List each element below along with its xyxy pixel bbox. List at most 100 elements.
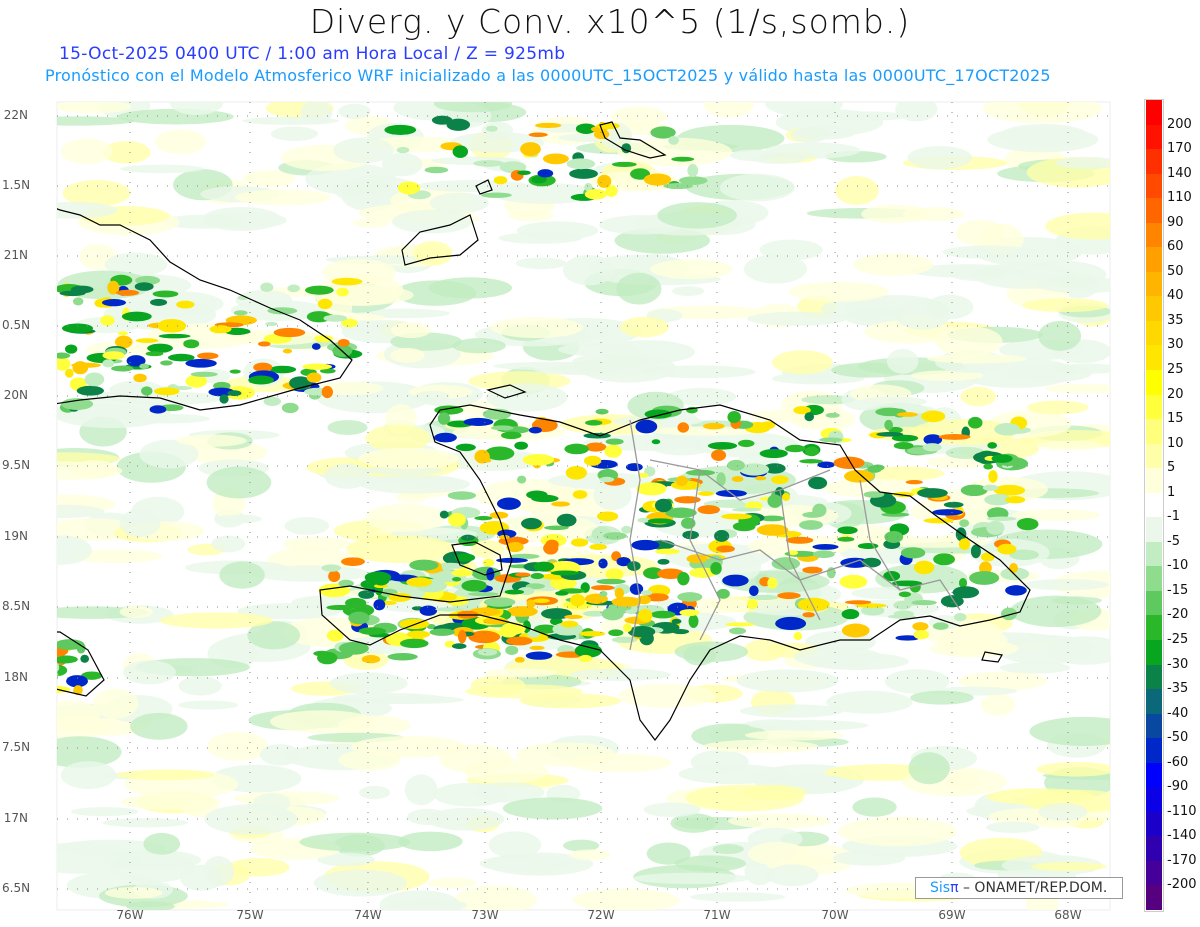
field-cell	[190, 371, 218, 377]
field-cell	[631, 539, 660, 551]
field-cell	[100, 315, 115, 326]
field-cell	[117, 331, 128, 336]
field-cell	[771, 557, 800, 571]
field-cell	[833, 456, 865, 469]
field-patch	[130, 712, 188, 740]
field-cell	[57, 655, 78, 664]
field-cell	[396, 146, 410, 154]
field-cell	[313, 650, 330, 657]
field-cell	[57, 664, 68, 677]
field-patch	[960, 386, 997, 407]
field-cell	[597, 174, 612, 188]
field-patch	[117, 108, 234, 125]
field-cell	[102, 299, 126, 307]
field-cell	[517, 475, 527, 484]
field-patch	[219, 561, 265, 589]
field-cell	[570, 594, 586, 607]
field-patch	[207, 731, 268, 761]
field-cell	[65, 344, 78, 354]
field-cell	[135, 338, 159, 343]
lon-label: 76W	[116, 908, 144, 922]
field-cell	[912, 622, 929, 631]
field-cell	[932, 622, 949, 630]
field-cell	[64, 368, 74, 378]
field-patch	[502, 797, 603, 820]
field-cell	[176, 300, 195, 309]
field-patch	[404, 774, 438, 806]
field-cell	[905, 479, 923, 485]
field-cell	[317, 298, 333, 310]
field-cell	[749, 585, 759, 597]
field-patch	[832, 850, 906, 866]
field-cell	[102, 351, 125, 360]
field-cell	[725, 622, 755, 627]
field-patch	[789, 281, 889, 302]
field-cell	[397, 181, 421, 195]
field-cell	[358, 590, 375, 599]
field-patch	[674, 855, 746, 872]
field-patch	[910, 690, 974, 705]
field-patch	[123, 660, 176, 685]
field-cell	[451, 643, 467, 649]
field-cell	[686, 554, 708, 564]
field-patch	[57, 535, 92, 565]
field-patch	[766, 864, 819, 887]
field-patch	[515, 257, 567, 270]
field-cell	[570, 538, 589, 547]
field-cell	[953, 612, 967, 622]
lat-label: 1.5N	[2, 178, 31, 192]
field-cell	[152, 290, 179, 298]
field-cell	[635, 419, 658, 434]
field-cell	[605, 568, 624, 581]
colorbar-label: -30	[1167, 656, 1189, 672]
field-patch	[227, 858, 290, 877]
field-cell	[579, 631, 606, 637]
field-cell	[716, 545, 735, 553]
field-patch	[60, 138, 113, 165]
field-cell	[260, 282, 274, 293]
field-patch	[57, 116, 134, 126]
divergence-map	[56, 101, 1111, 911]
field-patch	[1038, 802, 1088, 821]
field-cell	[505, 645, 519, 656]
field-cell	[640, 590, 653, 596]
field-patch	[1027, 400, 1089, 415]
field-patch	[618, 683, 716, 708]
field-cell	[533, 561, 555, 572]
field-cell	[603, 532, 628, 540]
field-cell	[729, 627, 747, 635]
field-cell	[710, 561, 722, 575]
field-cell	[452, 145, 469, 158]
field-patch	[838, 816, 958, 847]
field-cell	[448, 513, 466, 527]
field-cell	[943, 501, 964, 508]
field-cell	[569, 168, 598, 179]
field-cell	[771, 475, 789, 484]
field-cell	[980, 552, 995, 562]
field-patch	[379, 890, 461, 910]
field-patch	[300, 102, 333, 125]
lon-label: 72W	[587, 908, 615, 922]
field-cell	[767, 577, 778, 589]
field-cell	[590, 585, 615, 591]
field-cell	[564, 614, 583, 620]
field-cell	[323, 314, 348, 322]
colorbar-label: 1	[1167, 484, 1176, 500]
field-patch	[852, 797, 897, 817]
field-patch	[657, 202, 737, 229]
field-cell	[841, 623, 870, 638]
field-cell	[599, 476, 615, 483]
field-patch	[365, 424, 431, 452]
field-cell	[585, 420, 603, 426]
field-patch	[835, 176, 879, 205]
field-cell	[528, 132, 548, 137]
field-cell	[611, 161, 637, 168]
lat-label: 22N	[3, 108, 28, 122]
field-patch	[479, 855, 572, 873]
field-cell	[141, 386, 153, 396]
field-patch	[433, 782, 508, 807]
field-cell	[387, 652, 418, 661]
colorbar-label: 50	[1167, 263, 1184, 279]
field-cell	[406, 577, 433, 587]
field-patch	[1030, 862, 1107, 872]
